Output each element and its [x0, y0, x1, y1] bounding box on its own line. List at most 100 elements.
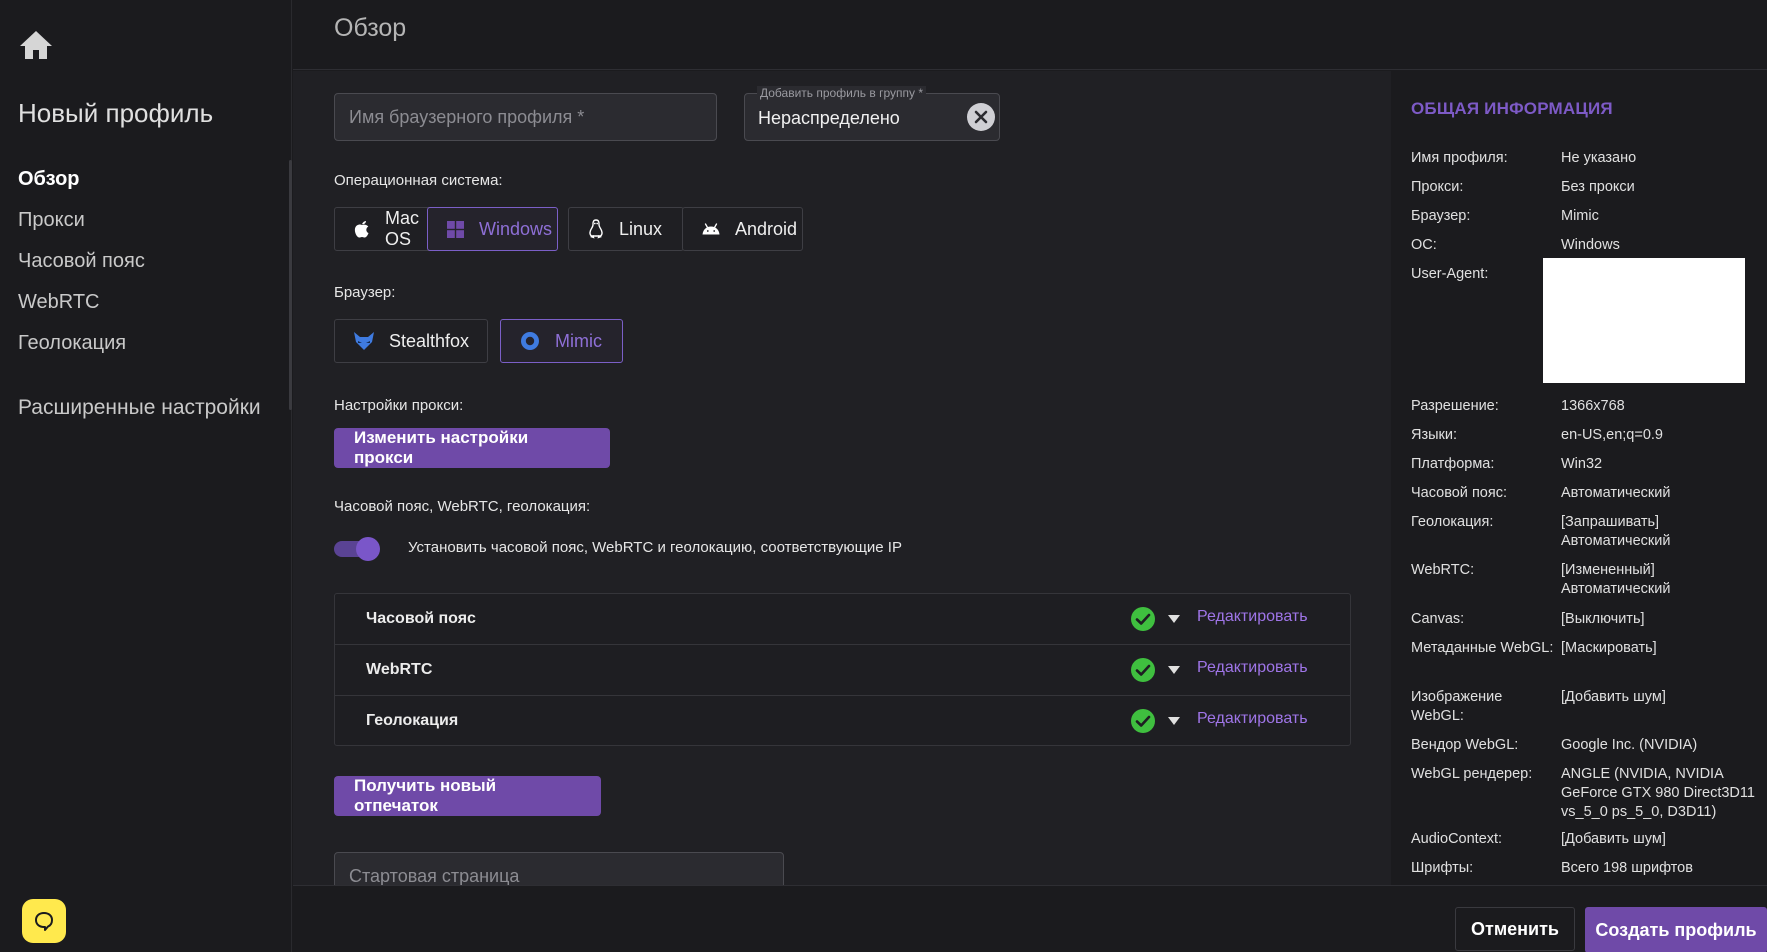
check-row-webrtc: WebRTC Редактировать	[335, 645, 1350, 696]
browser-option-label: Stealthfox	[389, 330, 470, 351]
group-select[interactable]: Добавить профиль в группу * Нераспределе…	[744, 86, 1000, 141]
group-select-label: Добавить профиль в группу *	[757, 86, 927, 100]
info-value: en-US,en;q=0.9	[1561, 427, 1663, 443]
info-value: Win32	[1561, 456, 1603, 472]
check-row-geolocation: Геолокация Редактировать	[335, 696, 1350, 747]
sidebar-item-timezone[interactable]: Часовой пояс	[18, 246, 145, 287]
info-key: Браузер:	[1411, 208, 1471, 224]
check-circle-icon	[1131, 658, 1155, 682]
info-value: [Измененный] Автоматический	[1561, 562, 1671, 597]
sidebar-item-advanced-settings[interactable]: Расширенные настройки	[18, 396, 261, 420]
cancel-button[interactable]: Отменить	[1455, 907, 1575, 951]
change-proxy-settings-button[interactable]: Изменить настройки прокси	[334, 428, 610, 468]
info-value: Google Inc. (NVIDIA)	[1561, 737, 1698, 753]
apple-icon	[354, 221, 369, 238]
mimic-icon	[521, 332, 539, 350]
close-icon	[974, 110, 988, 124]
proxy-label: Настройки прокси:	[334, 397, 464, 414]
info-key: Имя профиля:	[1411, 150, 1508, 166]
os-option-label: Linux	[619, 218, 663, 239]
toggle-knob	[356, 537, 380, 561]
info-key: User-Agent:	[1411, 266, 1489, 282]
general-info-heading: ОБЩАЯ ИНФОРМАЦИЯ	[1411, 99, 1613, 118]
profile-name-input[interactable]	[335, 94, 716, 140]
browser-option-label: Mimic	[555, 330, 602, 351]
os-option-label: Android	[735, 218, 798, 239]
info-value: ANGLE (NVIDIA, NVIDIA GeForce GTX 980 Di…	[1561, 766, 1755, 820]
info-value: [Добавить шум]	[1561, 831, 1666, 847]
info-value: Не указано	[1561, 150, 1637, 166]
info-value: [Выключить]	[1561, 611, 1645, 627]
info-key: WebGL рендерер:	[1411, 766, 1533, 782]
info-key: Шрифты:	[1411, 860, 1474, 876]
timezone-webrtc-geo-label: Часовой пояс, WebRTC, геолокация:	[334, 498, 591, 515]
edit-webrtc-link[interactable]: Редактировать	[1197, 659, 1308, 677]
check-row-title: Часовой пояс	[366, 610, 476, 627]
info-key: Геолокация:	[1411, 514, 1494, 530]
sidebar-item-proxy[interactable]: Прокси	[18, 205, 145, 246]
sidebar-item-webrtc[interactable]: WebRTC	[18, 287, 145, 328]
check-row-title: WebRTC	[366, 661, 433, 678]
group-select-value: Нераспределено	[758, 108, 900, 128]
info-key: Языки:	[1411, 427, 1458, 443]
chevron-down-icon[interactable]	[1168, 665, 1180, 675]
auto-ip-settings-text: Установить часовой пояс, WebRTC и геолок…	[408, 539, 902, 556]
general-info-panel: ОБЩАЯ ИНФОРМАЦИЯ Имя профиля: Не указано…	[1392, 71, 1767, 885]
home-icon[interactable]	[18, 28, 54, 62]
info-value: Без прокси	[1561, 179, 1635, 195]
info-key: Canvas:	[1411, 611, 1465, 627]
start-page-field[interactable]	[334, 852, 784, 885]
browser-option-stealthfox[interactable]: Stealthfox	[334, 319, 488, 363]
sidebar-nav: Обзор Прокси Часовой пояс WebRTC Геолока…	[18, 164, 145, 369]
info-value: Mimic	[1561, 208, 1599, 224]
info-key: ОС:	[1411, 237, 1437, 253]
profile-title: Новый профиль	[18, 98, 214, 128]
get-new-fingerprint-button[interactable]: Получить новый отпечаток	[334, 776, 601, 816]
os-label: Операционная система:	[334, 172, 503, 189]
main-form: Добавить профиль в группу * Нераспределе…	[293, 71, 1391, 885]
linux-tux-icon	[589, 219, 603, 239]
os-option-android[interactable]: Android	[682, 207, 803, 251]
os-option-windows[interactable]: Windows	[427, 207, 558, 251]
user-agent-box	[1543, 258, 1745, 383]
android-icon	[702, 223, 720, 235]
chevron-down-icon[interactable]	[1168, 614, 1180, 624]
profile-name-field[interactable]	[334, 93, 717, 141]
clear-group-button[interactable]	[967, 103, 995, 131]
stealthfox-icon	[354, 332, 374, 350]
info-key: AudioContext:	[1411, 831, 1503, 847]
sidebar-item-geolocation[interactable]: Геолокация	[18, 328, 145, 369]
browser-option-mimic[interactable]: Mimic	[500, 319, 623, 363]
info-key: Вендор WebGL:	[1411, 737, 1519, 753]
chat-bubble-icon	[35, 912, 53, 931]
os-option-linux[interactable]: Linux	[568, 207, 684, 251]
info-key: Часовой пояс:	[1411, 485, 1507, 501]
chat-button[interactable]	[22, 899, 66, 943]
sidebar-item-overview[interactable]: Обзор	[18, 164, 145, 205]
info-value: Windows	[1561, 237, 1620, 253]
browser-label: Браузер:	[334, 284, 396, 301]
edit-geolocation-link[interactable]: Редактировать	[1197, 710, 1308, 728]
auto-ip-settings-toggle[interactable]	[334, 537, 380, 561]
sidebar-scrollbar[interactable]	[289, 160, 292, 410]
info-value: [Запрашивать] Автоматический	[1561, 514, 1671, 549]
page-title: Обзор	[334, 14, 407, 42]
info-value: [Добавить шум]	[1561, 689, 1666, 705]
info-key: Платформа:	[1411, 456, 1495, 472]
check-circle-icon	[1131, 709, 1155, 733]
info-key: Метаданные WebGL:	[1411, 640, 1554, 656]
info-value: Автоматический	[1561, 485, 1671, 501]
info-key: Прокси:	[1411, 179, 1464, 195]
sidebar: Новый профиль Обзор Прокси Часовой пояс …	[0, 0, 292, 952]
footer-bar: Отменить Создать профиль	[293, 885, 1767, 952]
edit-timezone-link[interactable]: Редактировать	[1197, 608, 1308, 626]
info-key: Разрешение:	[1411, 398, 1499, 414]
check-row-timezone: Часовой пояс Редактировать	[335, 594, 1350, 645]
create-profile-button[interactable]: Создать профиль	[1585, 907, 1767, 952]
top-bar: Обзор	[293, 0, 1767, 70]
chevron-down-icon[interactable]	[1168, 716, 1180, 726]
windows-icon	[447, 220, 464, 238]
info-value: Всего 198 шрифтов	[1561, 860, 1693, 876]
start-page-input[interactable]	[335, 853, 783, 885]
info-value: 1366x768	[1561, 398, 1625, 414]
